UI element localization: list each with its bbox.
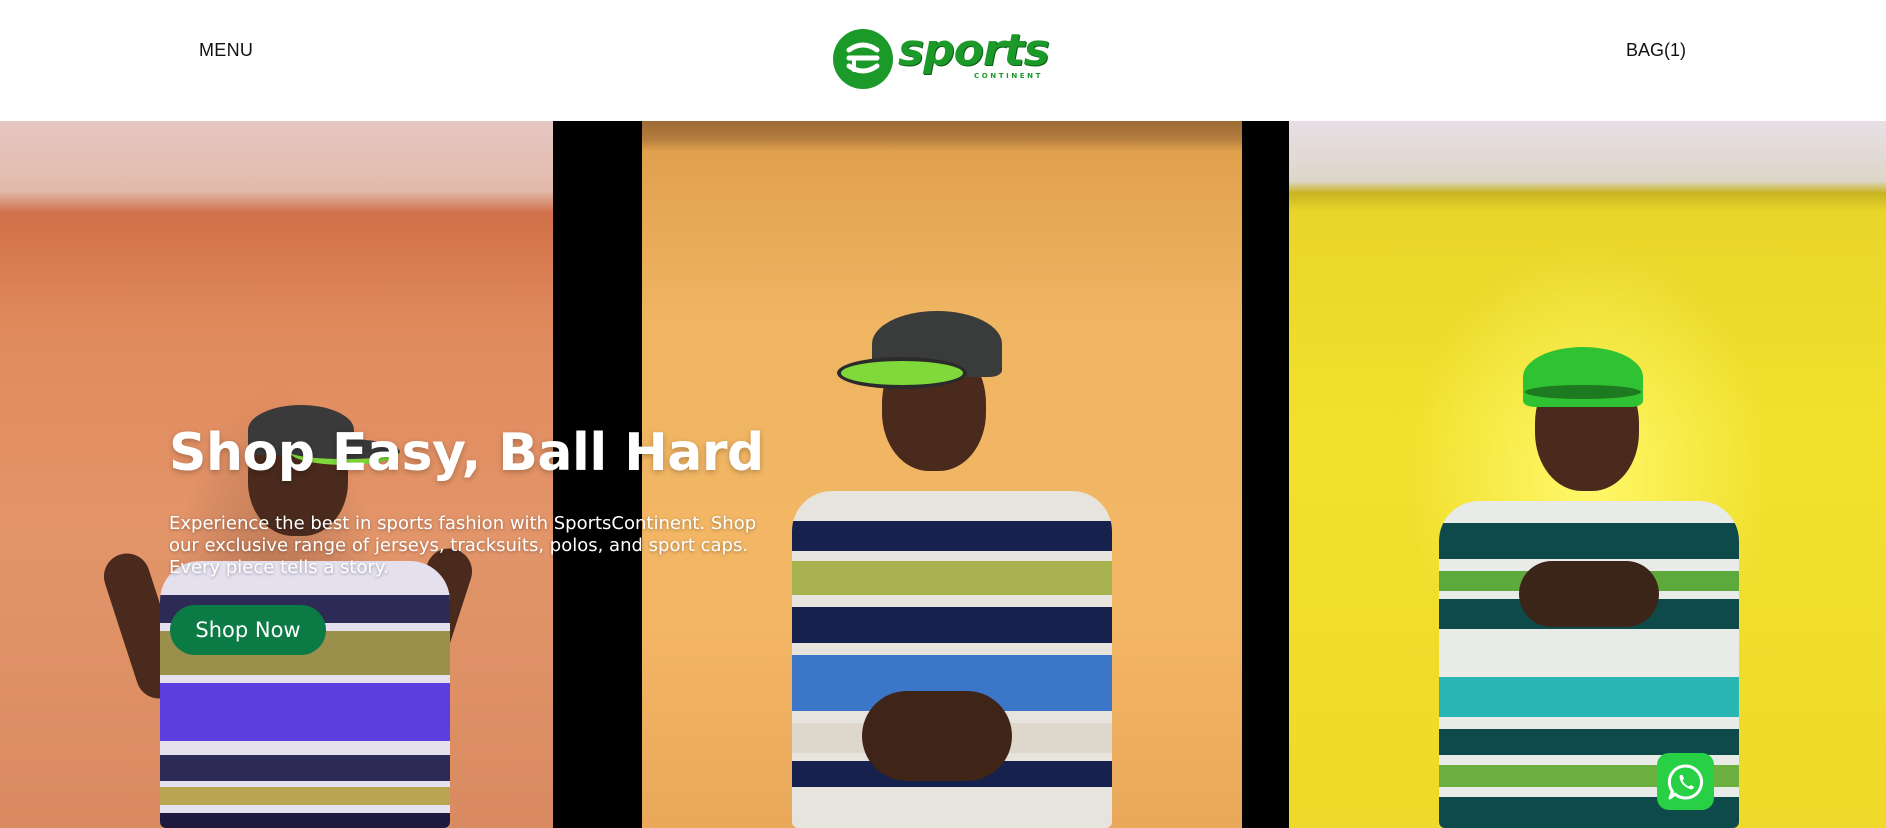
hero-description: Experience the best in sports fashion wi… <box>169 513 757 578</box>
logo-brand-text: sports <box>898 25 1050 76</box>
hero-banner: Shop Easy, Ball Hard Experience the best… <box>0 121 1886 828</box>
bag-button[interactable]: BAG(1) <box>1626 40 1686 61</box>
hero-title: Shop Easy, Ball Hard <box>169 423 764 483</box>
model-right <box>1399 301 1779 828</box>
shop-now-button[interactable]: Shop Now <box>170 605 326 655</box>
whatsapp-icon <box>1667 763 1703 799</box>
menu-button[interactable]: MENU <box>199 40 253 61</box>
sports-continent-logo[interactable]: sports CONTINENT <box>832 24 1050 94</box>
logo-mark-icon <box>833 29 893 89</box>
model-middle <box>732 271 1152 828</box>
hero-photo-right <box>1289 121 1886 828</box>
site-header: MENU sports CONTINENT BAG(1) <box>0 0 1886 121</box>
logo-sub-text: CONTINENT <box>974 72 1043 80</box>
whatsapp-chat-button[interactable] <box>1657 753 1714 810</box>
photo-divider <box>1242 121 1289 828</box>
